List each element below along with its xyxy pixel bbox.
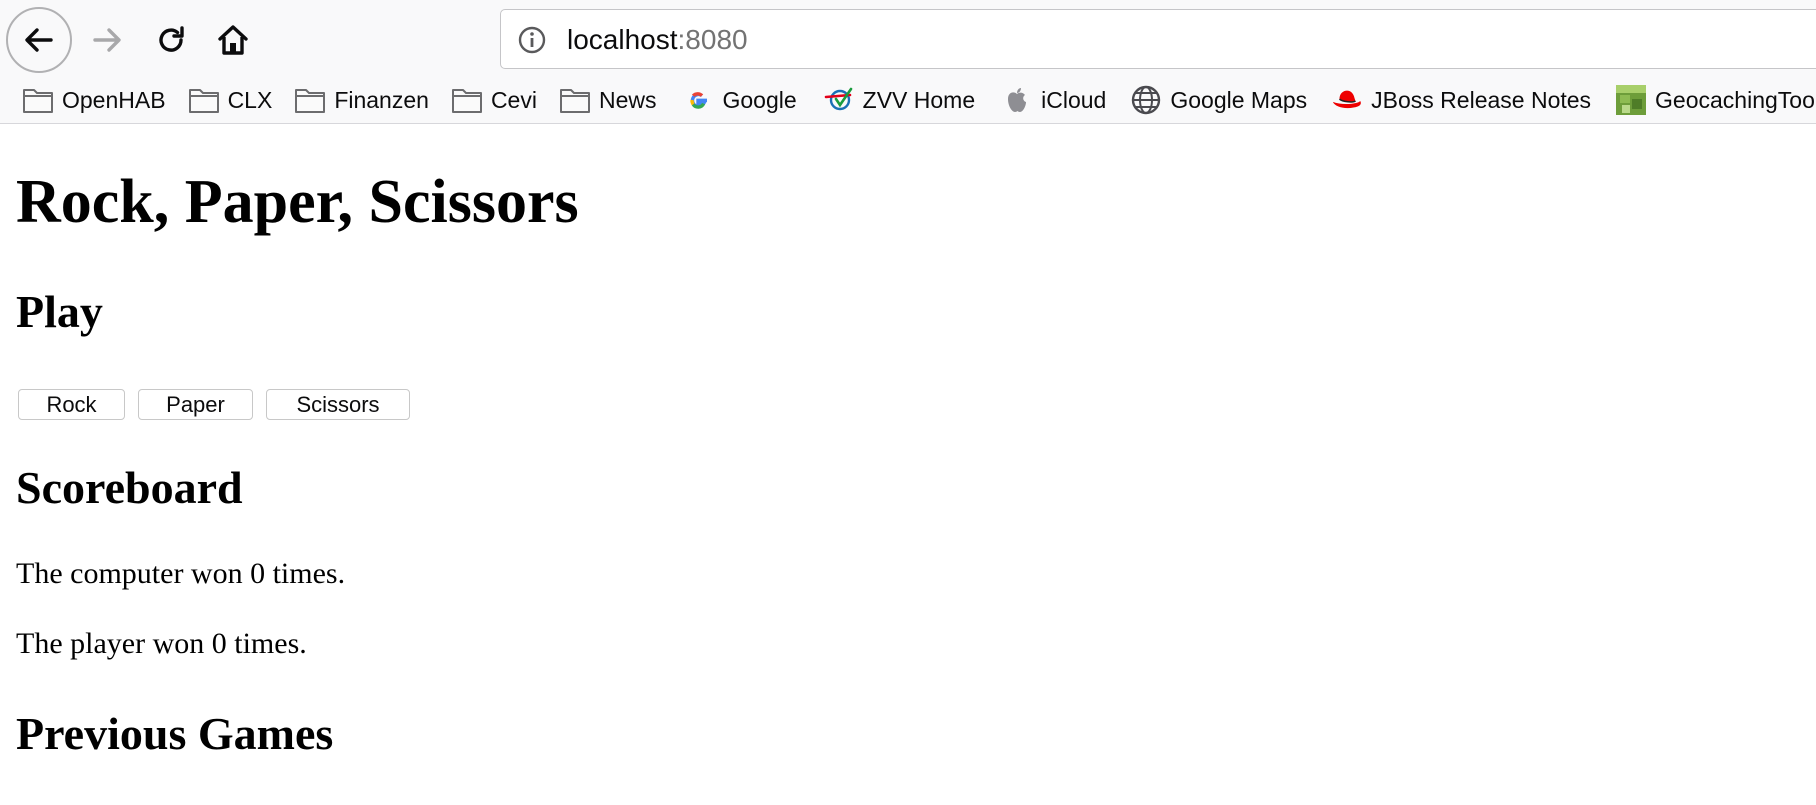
page-title: Rock, Paper, Scissors bbox=[16, 168, 579, 236]
folder-icon bbox=[22, 84, 54, 116]
home-icon bbox=[218, 25, 248, 55]
rock-button[interactable]: Rock bbox=[18, 389, 125, 420]
bookmark-label: ZVV Home bbox=[862, 86, 976, 113]
back-button[interactable] bbox=[6, 7, 72, 73]
scissors-button[interactable]: Scissors bbox=[266, 389, 410, 420]
reload-button[interactable] bbox=[138, 7, 204, 73]
bookmark-news[interactable]: News bbox=[559, 80, 657, 120]
bookmark-openhab[interactable]: OpenHAB bbox=[22, 80, 166, 120]
url-port: :8080 bbox=[677, 24, 748, 55]
folder-icon bbox=[451, 84, 483, 116]
bookmarks-bar: OpenHAB CLX Finanzen Cevi News Google ZV… bbox=[0, 80, 1816, 120]
folder-icon bbox=[294, 84, 326, 116]
bookmark-google[interactable]: Google bbox=[682, 80, 797, 120]
browser-toolbar: localhost:8080 OpenHAB CLX Finanzen Cevi bbox=[0, 0, 1816, 124]
play-heading: Play bbox=[16, 286, 103, 337]
bookmark-label: Cevi bbox=[490, 86, 537, 113]
forward-arrow-icon bbox=[93, 28, 121, 52]
bookmark-label: GeocachingToo bbox=[1655, 86, 1815, 113]
reload-icon bbox=[159, 26, 184, 52]
folder-icon bbox=[559, 84, 591, 116]
bookmark-label: Google Maps bbox=[1170, 86, 1308, 113]
paper-button[interactable]: Paper bbox=[138, 389, 253, 420]
bookmark-label: OpenHAB bbox=[62, 86, 166, 113]
home-button[interactable] bbox=[200, 7, 266, 73]
bookmark-google-maps[interactable]: Google Maps bbox=[1130, 80, 1307, 120]
bookmark-geocachingtoo[interactable]: GeocachingToo bbox=[1615, 80, 1815, 120]
bookmark-label: News bbox=[598, 86, 657, 113]
bookmark-icloud[interactable]: iCloud bbox=[1001, 80, 1106, 120]
bookmark-clx[interactable]: CLX bbox=[188, 80, 273, 120]
bookmark-jboss-release-notes[interactable]: JBoss Release Notes bbox=[1331, 80, 1591, 120]
address-bar[interactable]: localhost:8080 bbox=[500, 9, 1816, 69]
site-info-icon[interactable] bbox=[517, 25, 547, 55]
forward-button[interactable] bbox=[74, 7, 140, 73]
bookmark-label: Google bbox=[722, 86, 797, 113]
apple-icon bbox=[1001, 84, 1033, 116]
previous-games-heading: Previous Games bbox=[16, 708, 334, 759]
bookmark-cevi[interactable]: Cevi bbox=[451, 80, 537, 120]
zvv-icon bbox=[823, 84, 855, 116]
url-text[interactable]: localhost:8080 bbox=[567, 22, 748, 58]
bookmark-finanzen[interactable]: Finanzen bbox=[294, 80, 429, 120]
back-arrow-icon bbox=[25, 28, 53, 52]
url-host: localhost bbox=[567, 24, 678, 55]
google-icon bbox=[682, 84, 714, 116]
scoreboard-heading: Scoreboard bbox=[16, 462, 243, 513]
bookmark-label: iCloud bbox=[1041, 86, 1107, 113]
geocaching-icon bbox=[1615, 84, 1647, 116]
player-score-text: The player won 0 times. bbox=[16, 627, 307, 660]
bookmark-label: CLX bbox=[227, 86, 273, 113]
globe-icon bbox=[1130, 84, 1162, 116]
computer-score-text: The computer won 0 times. bbox=[16, 557, 346, 590]
folder-icon bbox=[188, 84, 220, 116]
bookmark-zvv-home[interactable]: ZVV Home bbox=[823, 80, 975, 120]
redhat-icon bbox=[1331, 84, 1363, 116]
bookmark-label: Finanzen bbox=[334, 86, 429, 113]
bookmark-label: JBoss Release Notes bbox=[1371, 86, 1592, 113]
